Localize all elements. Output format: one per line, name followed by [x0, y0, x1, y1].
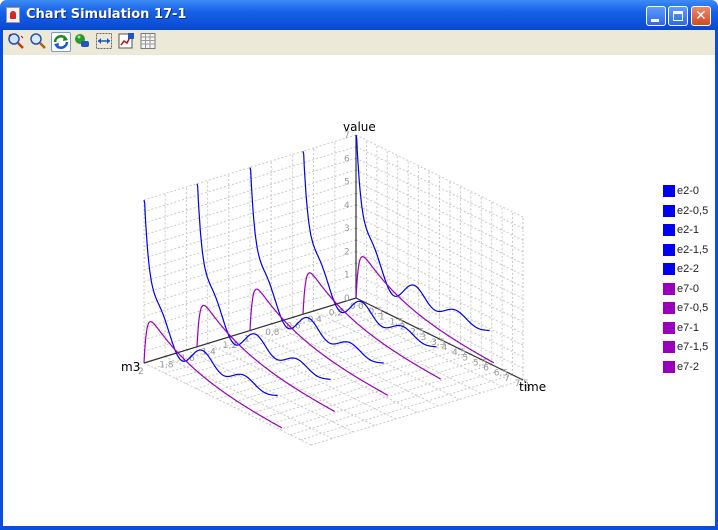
legend-swatch — [663, 341, 675, 353]
legend-label: e2-1 — [677, 224, 700, 236]
y-axis-label: m3 — [121, 360, 140, 374]
fit-button[interactable] — [95, 32, 115, 52]
legend-label: e7-2 — [677, 360, 700, 373]
grid — [143, 134, 524, 446]
m3-tick-label: 0,8 — [265, 328, 280, 338]
fit-grid-icon — [96, 33, 112, 49]
legend-swatch — [663, 185, 675, 197]
table-view-button[interactable] — [139, 32, 159, 52]
grid-line — [355, 262, 524, 346]
grid-line — [143, 285, 357, 352]
window-title: Chart Simulation 17-1 — [26, 7, 187, 22]
value-tick-label: 1 — [344, 271, 350, 281]
time-tick-label: 6 — [483, 364, 489, 374]
legend-swatch — [663, 224, 675, 236]
grid-line — [355, 157, 524, 241]
value-tick-label: 6 — [344, 154, 350, 164]
legend-swatch — [663, 282, 675, 295]
grid-line — [143, 362, 312, 446]
series-line-e7-0,5 — [302, 272, 442, 380]
grid-line — [355, 146, 524, 230]
grid-line — [164, 356, 333, 439]
close-icon: ✕ — [695, 8, 707, 24]
z-axis-label: value — [343, 120, 376, 134]
time-tick-label: 3 — [421, 333, 427, 343]
grid-line — [258, 353, 471, 420]
value-tick-label: 0 — [344, 294, 350, 304]
zoom-area-icon — [8, 33, 24, 49]
zoom-button[interactable] — [29, 32, 49, 52]
legend-label: e7-1 — [677, 321, 700, 334]
legend-swatch — [663, 263, 675, 275]
series-line-e2-0,5 — [302, 151, 437, 348]
legend-label: e2-2 — [677, 263, 700, 275]
move-hand-icon — [75, 34, 89, 47]
grid-line — [300, 374, 513, 441]
chart-toolbar — [3, 30, 715, 55]
minimize-button[interactable] — [646, 6, 666, 26]
legend-label: e7-0,5 — [677, 302, 709, 314]
series-line-e2-1,5 — [196, 183, 331, 380]
legend-label: e2-1,5 — [677, 243, 709, 256]
grid-line — [279, 364, 492, 431]
legend-label: e7-1,5 — [677, 341, 709, 353]
zoom-area-button[interactable] — [7, 32, 27, 52]
m3-tick-label: 0,2 — [329, 309, 343, 319]
java-app-icon — [6, 7, 20, 23]
grid-line — [289, 369, 503, 436]
value-tick-label: 2 — [344, 247, 350, 257]
table-icon — [140, 33, 156, 49]
grid-line — [249, 330, 418, 413]
rotate-arrows-icon — [53, 35, 69, 49]
minimize-icon — [651, 19, 659, 22]
legend-label: e2-0 — [677, 185, 700, 197]
value-tick-label: 3 — [344, 224, 350, 234]
value-tick-label: 5 — [344, 178, 350, 188]
maximize-button[interactable] — [668, 6, 688, 26]
legend-swatch — [663, 204, 675, 217]
grid-line — [186, 349, 354, 433]
export-chart-icon — [118, 33, 134, 49]
legend-label: e7-0 — [677, 282, 700, 295]
grid-line — [228, 336, 397, 420]
chart-3d[interactable]: 00,511,522,533,544,555,566,577,5800,20,4… — [3, 55, 715, 526]
series-line-e7-1 — [249, 288, 389, 396]
m3-tick-label: 1,2 — [223, 341, 237, 351]
value-tick-label: 4 — [344, 201, 350, 211]
grid-line — [355, 134, 524, 218]
axes — [143, 135, 524, 381]
maximize-icon — [673, 11, 683, 21]
title-bar[interactable]: Chart Simulation 17-1 ✕ — [0, 0, 718, 30]
grid-line — [292, 317, 460, 400]
move-button[interactable] — [73, 32, 93, 52]
legend-label: e2-0,5 — [677, 204, 709, 217]
time-tick-label: 5 — [462, 353, 468, 363]
app-window: Chart Simulation 17-1 ✕ 0 0,5 1 1,5 2 2,… — [0, 0, 718, 530]
rotate-button[interactable] — [51, 32, 71, 52]
time-tick-label: 1 — [379, 312, 385, 322]
legend-swatch — [663, 243, 675, 256]
grid-line — [207, 343, 375, 426]
magnifier-icon — [30, 33, 46, 49]
time-tick-label: 4 — [442, 343, 448, 353]
time-tick-label: 0 — [358, 302, 364, 312]
time-tick-label: 7 — [504, 374, 510, 384]
chart-panel[interactable]: 0 0,5 1 1,5 2 2,5 3 3,5 4 4,5 5 5,5 6 6,5 7 7,5 8 0 0,2 0,4… — [3, 55, 715, 526]
legend-swatch — [663, 302, 675, 314]
close-button[interactable]: ✕ — [691, 6, 711, 26]
series-line-e2-0 — [355, 134, 490, 332]
x-axis-label: time — [519, 380, 546, 394]
legend-swatch — [663, 321, 675, 334]
export-button[interactable] — [117, 32, 137, 52]
legend-swatch — [663, 360, 675, 373]
m3-tick-label: 1,8 — [159, 361, 174, 371]
